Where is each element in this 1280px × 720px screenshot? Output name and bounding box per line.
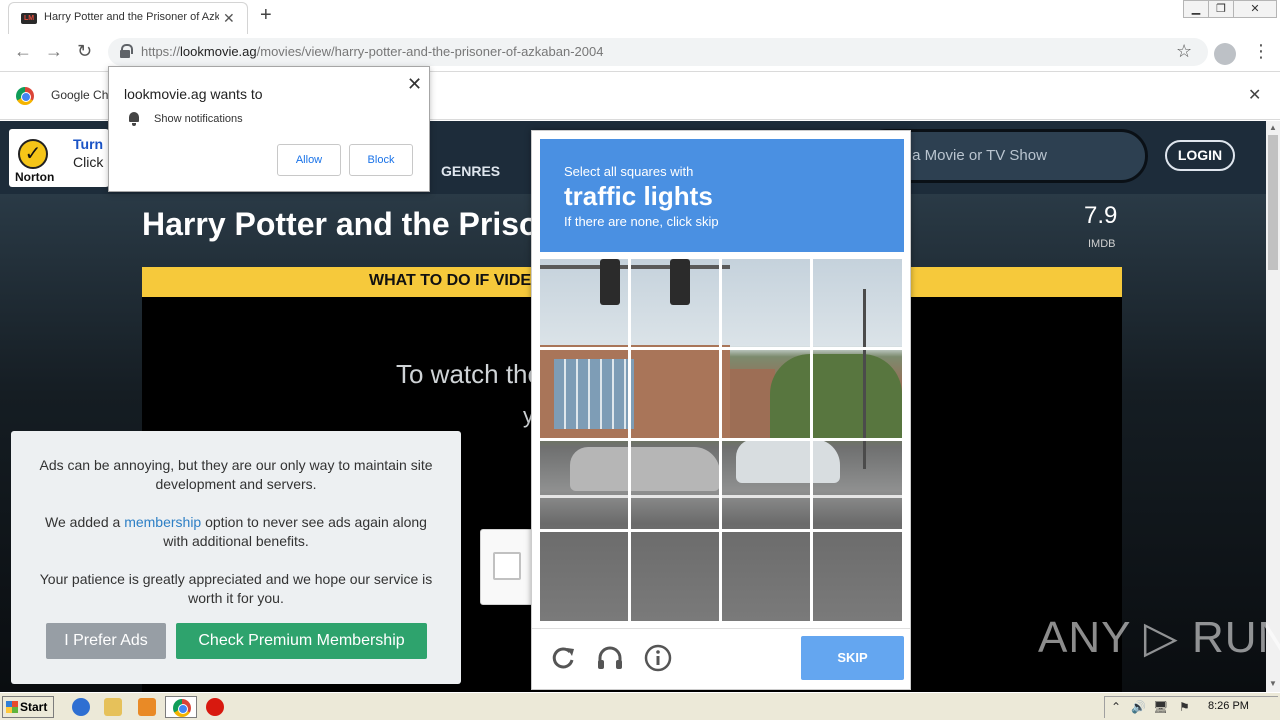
ad-paragraph-2: We added a membership option to never se… [31, 513, 441, 551]
media-player-icon[interactable] [138, 698, 156, 716]
membership-link[interactable]: membership [124, 514, 201, 530]
address-bar[interactable]: https://lookmovie.ag/movies/view/harry-p… [108, 38, 1208, 66]
tab-title: Harry Potter and the Prisoner of Azkaban [44, 11, 219, 23]
back-arrow-icon[interactable]: ← [14, 41, 32, 62]
internet-explorer-icon[interactable] [72, 698, 90, 716]
prompt-title: lookmovie.ag wants to [124, 86, 263, 102]
grid-line [540, 347, 902, 350]
car-minivan [570, 447, 720, 491]
norton-ad[interactable]: ✓ Norton Turn Click [9, 129, 109, 187]
building-shape-2 [730, 369, 775, 439]
imdb-rating: 7.9 [1084, 202, 1118, 229]
bookmark-star-icon[interactable]: ☆ [1176, 41, 1192, 62]
browser-tab[interactable]: LM Harry Potter and the Prisoner of Azka… [8, 2, 248, 34]
flag-icon[interactable]: ⚑ [1179, 700, 1190, 714]
captcha-challenge: Select all squares with traffic lights I… [531, 130, 911, 690]
infobar-text: Google Ch [51, 88, 109, 102]
kebab-menu-icon[interactable]: ⋮ [1252, 41, 1270, 62]
reload-icon[interactable] [548, 643, 578, 673]
url-scheme: https:// [141, 44, 181, 59]
traffic-light-1 [600, 259, 620, 305]
page-scrollbar[interactable]: ▲ ▼ [1266, 121, 1280, 692]
car-suv [736, 439, 840, 483]
start-button[interactable]: Start [2, 696, 54, 718]
prompt-permission: Show notifications [154, 113, 243, 125]
url-text: https://lookmovie.ag/movies/view/harry-p… [141, 44, 603, 59]
anyrun-watermark: ANY ▷ RUN [1038, 613, 1280, 662]
chrome-icon [173, 699, 191, 717]
ad-p2-before: We added a [45, 514, 125, 530]
scroll-down-icon[interactable]: ▼ [1269, 679, 1277, 688]
chrome-taskbar-button[interactable] [165, 696, 197, 718]
ad-p2-after: option to never see ads again along with… [163, 514, 427, 549]
scroll-up-icon[interactable]: ▲ [1269, 123, 1277, 132]
captcha-hint: If there are none, click skip [564, 214, 719, 229]
tab-close-icon[interactable]: ✕ [223, 10, 235, 27]
traffic-light-2 [670, 259, 690, 305]
norton-ad-line2: Click [73, 154, 104, 170]
profile-avatar[interactable] [1214, 43, 1236, 65]
captcha-target: traffic lights [564, 181, 713, 211]
search-placeholder: r a Movie or TV Show [903, 147, 1047, 164]
info-icon[interactable] [643, 643, 673, 673]
norton-logo: Norton [15, 170, 55, 184]
forward-arrow-icon[interactable]: → [45, 41, 63, 62]
folder-icon[interactable] [104, 698, 122, 716]
skip-button[interactable]: SKIP [801, 636, 904, 680]
signal-arm [540, 265, 730, 269]
restore-icon[interactable]: ❐ [1208, 0, 1234, 18]
minimize-icon[interactable]: ▁ [1183, 0, 1209, 18]
recaptcha-checkbox[interactable] [493, 552, 521, 580]
trees-shape [770, 354, 902, 439]
infobar-close-icon[interactable]: ✕ [1248, 85, 1261, 105]
site-favicon-icon: LM [21, 13, 37, 24]
notification-permission-prompt: lookmovie.ag wants to ✕ Show notificatio… [108, 66, 430, 192]
tray-expand-icon[interactable]: ⌃ [1111, 700, 1121, 714]
network-icon[interactable]: 🖥 [1153, 700, 1168, 714]
watch-prompt-text: To watch the [396, 359, 542, 389]
volume-icon[interactable]: 🔊 [1131, 700, 1146, 714]
bell-icon [127, 112, 141, 126]
ad-paragraph-1: Ads can be annoying, but they are our on… [39, 457, 433, 492]
light-pole [863, 289, 866, 469]
new-tab-plus-icon[interactable]: + [260, 4, 272, 27]
reload-icon[interactable]: ↻ [77, 41, 92, 62]
url-path: /movies/view/harry-potter-and-the-prison… [256, 44, 604, 59]
prefer-ads-button[interactable]: I Prefer Ads [46, 623, 166, 659]
windows-taskbar: Start ⌃ 🔊 🖥 ⚑ 8:26 PM [0, 692, 1280, 720]
norton-check-icon: ✓ [18, 139, 48, 169]
help-banner-text: WHAT TO DO IF VIDEO [369, 272, 544, 289]
building-glass [554, 359, 634, 429]
grid-line [540, 529, 902, 532]
ad-paragraph-3: Your patience is greatly appreciated and… [39, 571, 433, 606]
chrome-logo-icon [16, 87, 34, 105]
nav-genres[interactable]: GENRES [441, 163, 500, 179]
login-button[interactable]: LOGIN [1165, 140, 1235, 171]
system-tray: ⌃ 🔊 🖥 ⚑ [1104, 696, 1278, 718]
norton-ad-line1: Turn [73, 136, 104, 152]
grid-line [540, 438, 902, 441]
rating-source: IMDB [1088, 238, 1116, 250]
block-button[interactable]: Block [349, 144, 413, 176]
window-close-icon[interactable]: ✕ [1233, 0, 1277, 18]
captcha-image-grid [540, 259, 902, 621]
taskbar-clock[interactable]: 8:26 PM [1208, 700, 1249, 712]
audio-headphones-icon[interactable] [595, 643, 625, 673]
allow-button[interactable]: Allow [277, 144, 341, 176]
url-host: lookmovie.ag [180, 44, 257, 59]
captcha-divider [532, 628, 910, 629]
captcha-header: Select all squares with traffic lights I… [540, 139, 904, 252]
captcha-instruction: Select all squares with [564, 164, 694, 179]
lock-icon[interactable] [120, 44, 133, 58]
tab-strip: LM Harry Potter and the Prisoner of Azka… [0, 0, 1280, 34]
opera-icon[interactable] [206, 698, 224, 716]
prompt-close-icon[interactable]: ✕ [407, 74, 422, 95]
premium-membership-button[interactable]: Check Premium Membership [176, 623, 427, 659]
scrollbar-thumb[interactable] [1268, 135, 1278, 270]
ad-dialog: Ads can be annoying, but they are our on… [11, 431, 461, 684]
